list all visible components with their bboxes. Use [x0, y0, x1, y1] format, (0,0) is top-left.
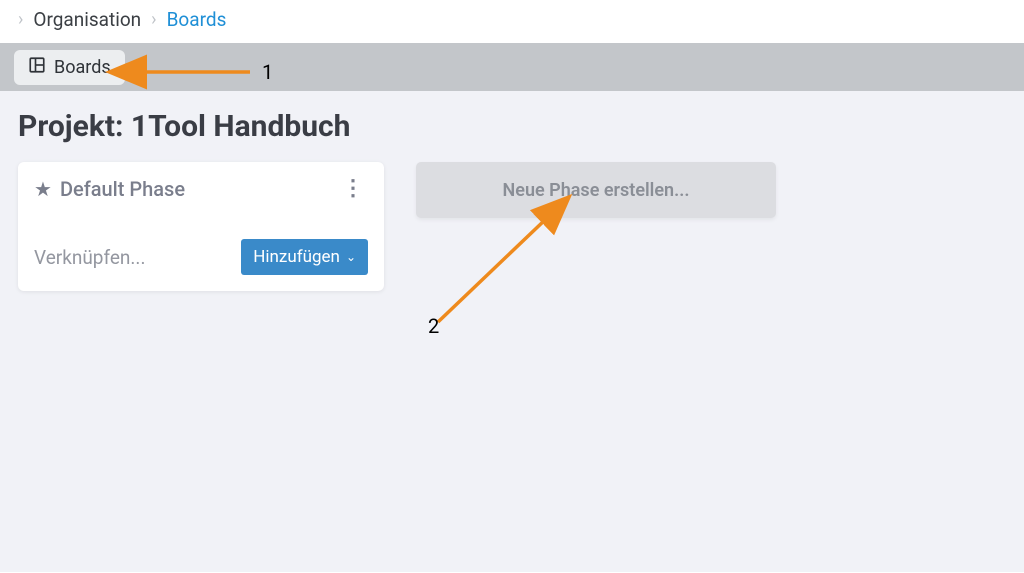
create-new-phase-label: Neue Phase erstellen... — [503, 180, 690, 201]
annotation-number-2: 2 — [428, 314, 439, 338]
project-title: Projekt: 1Tool Handbuch — [18, 109, 1006, 144]
phase-title-wrap: ★ Default Phase — [34, 177, 185, 201]
chevron-down-icon: ⌄ — [346, 250, 356, 264]
chevron-right-icon: › — [18, 9, 23, 30]
link-action[interactable]: Verknüpfen... — [34, 246, 145, 269]
add-button[interactable]: Hinzufügen ⌄ — [241, 239, 368, 275]
tab-bar: Boards — [0, 43, 1024, 91]
add-button-label: Hinzufügen — [253, 247, 340, 267]
chevron-right-icon: › — [151, 9, 156, 30]
annotation-number-1: 1 — [262, 60, 273, 84]
main-area: Projekt: 1Tool Handbuch ★ Default Phase … — [0, 91, 1024, 572]
star-icon: ★ — [34, 177, 52, 201]
phase-card: ★ Default Phase ⋮ Verknüpfen... Hinzufüg… — [18, 162, 384, 291]
phase-actions: Verknüpfen... Hinzufügen ⌄ — [34, 239, 368, 275]
tab-boards-label: Boards — [54, 57, 111, 78]
breadcrumb-organisation[interactable]: Organisation — [33, 8, 141, 31]
board-icon — [28, 56, 46, 79]
tab-boards[interactable]: Boards — [14, 50, 125, 85]
breadcrumb-boards[interactable]: Boards — [167, 8, 227, 31]
create-new-phase[interactable]: Neue Phase erstellen... — [416, 162, 776, 218]
phase-menu-icon[interactable]: ⋮ — [338, 176, 368, 201]
board-row: ★ Default Phase ⋮ Verknüpfen... Hinzufüg… — [18, 162, 1006, 291]
phase-header: ★ Default Phase ⋮ — [34, 176, 368, 201]
breadcrumb: › Organisation › Boards — [0, 0, 1024, 43]
phase-name: Default Phase — [60, 177, 185, 201]
